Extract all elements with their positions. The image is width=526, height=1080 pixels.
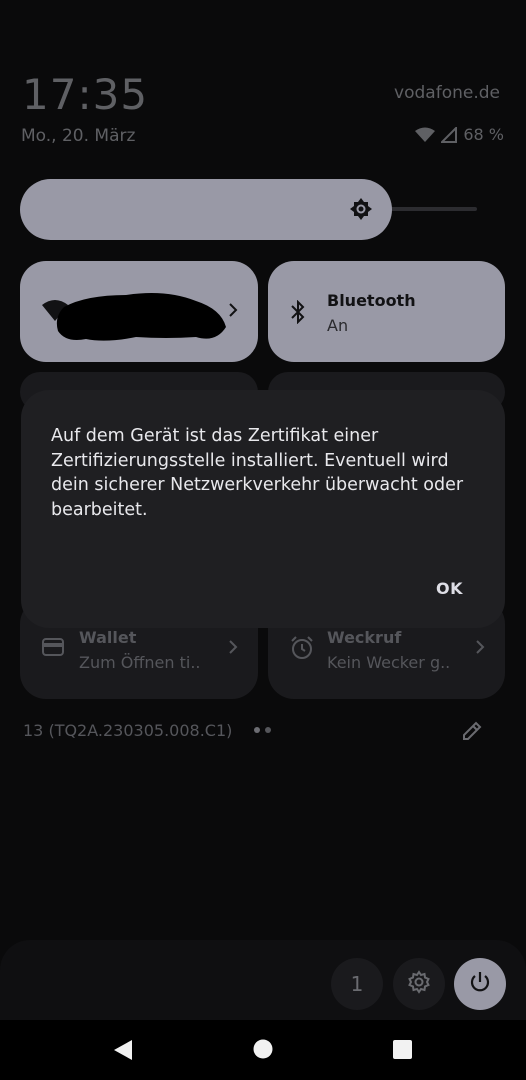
chevron-right-icon [475,639,485,659]
cell-signal-icon [441,126,458,143]
alarm-subtitle: Kein Wecker g.. [327,653,451,672]
brightness-track[interactable] [385,207,477,211]
ok-button[interactable]: OK [436,579,463,598]
brightness-icon [350,198,372,224]
certificate-warning-dialog: Auf dem Gerät ist das Zertifikat einer Z… [21,390,505,628]
gear-icon [407,970,431,998]
power-icon [469,971,491,997]
wallet-title: Wallet [79,628,137,647]
build-number[interactable]: 13 (TQ2A.230305.008.C1) [23,721,232,740]
recents-icon[interactable] [393,1040,412,1063]
wallet-icon [42,638,64,660]
wallet-subtitle: Zum Öffnen ti.. [79,653,201,672]
status-icons: 68 % [415,125,504,144]
user-switcher-button[interactable]: 1 [331,958,383,1010]
bluetooth-icon [290,299,306,328]
bluetooth-tile[interactable]: Bluetooth An [268,261,505,362]
edit-pencil-icon[interactable] [461,720,483,746]
quick-settings-screen: 17:35 Mo., 20. März vodafone.de 68 % Blu… [0,0,526,1080]
bluetooth-title: Bluetooth [327,291,416,310]
carrier-label: vodafone.de [394,83,500,103]
settings-button[interactable] [393,958,445,1010]
clock[interactable]: 17:35 [22,70,148,119]
dialog-message: Auf dem Gerät ist das Zertifikat einer Z… [51,426,464,520]
page-dot [265,727,271,733]
page-dot [254,727,260,733]
home-icon[interactable] [253,1039,273,1063]
battery-label: 68 % [463,125,504,144]
redaction-mark [56,293,226,341]
back-icon[interactable] [113,1039,133,1065]
chevron-right-icon [228,639,238,659]
power-button[interactable] [454,958,506,1010]
bluetooth-subtitle: An [327,316,349,335]
wifi-signal-icon [415,127,436,142]
alarm-icon [290,636,314,664]
date-label[interactable]: Mo., 20. März [21,126,135,146]
alarm-title: Weckruf [327,628,402,647]
bottom-panel [0,940,526,1020]
brightness-slider[interactable] [20,179,392,240]
internet-tile[interactable] [20,261,258,362]
navigation-bar [0,1020,526,1080]
page-indicator [254,727,271,733]
chevron-right-icon [228,302,238,322]
